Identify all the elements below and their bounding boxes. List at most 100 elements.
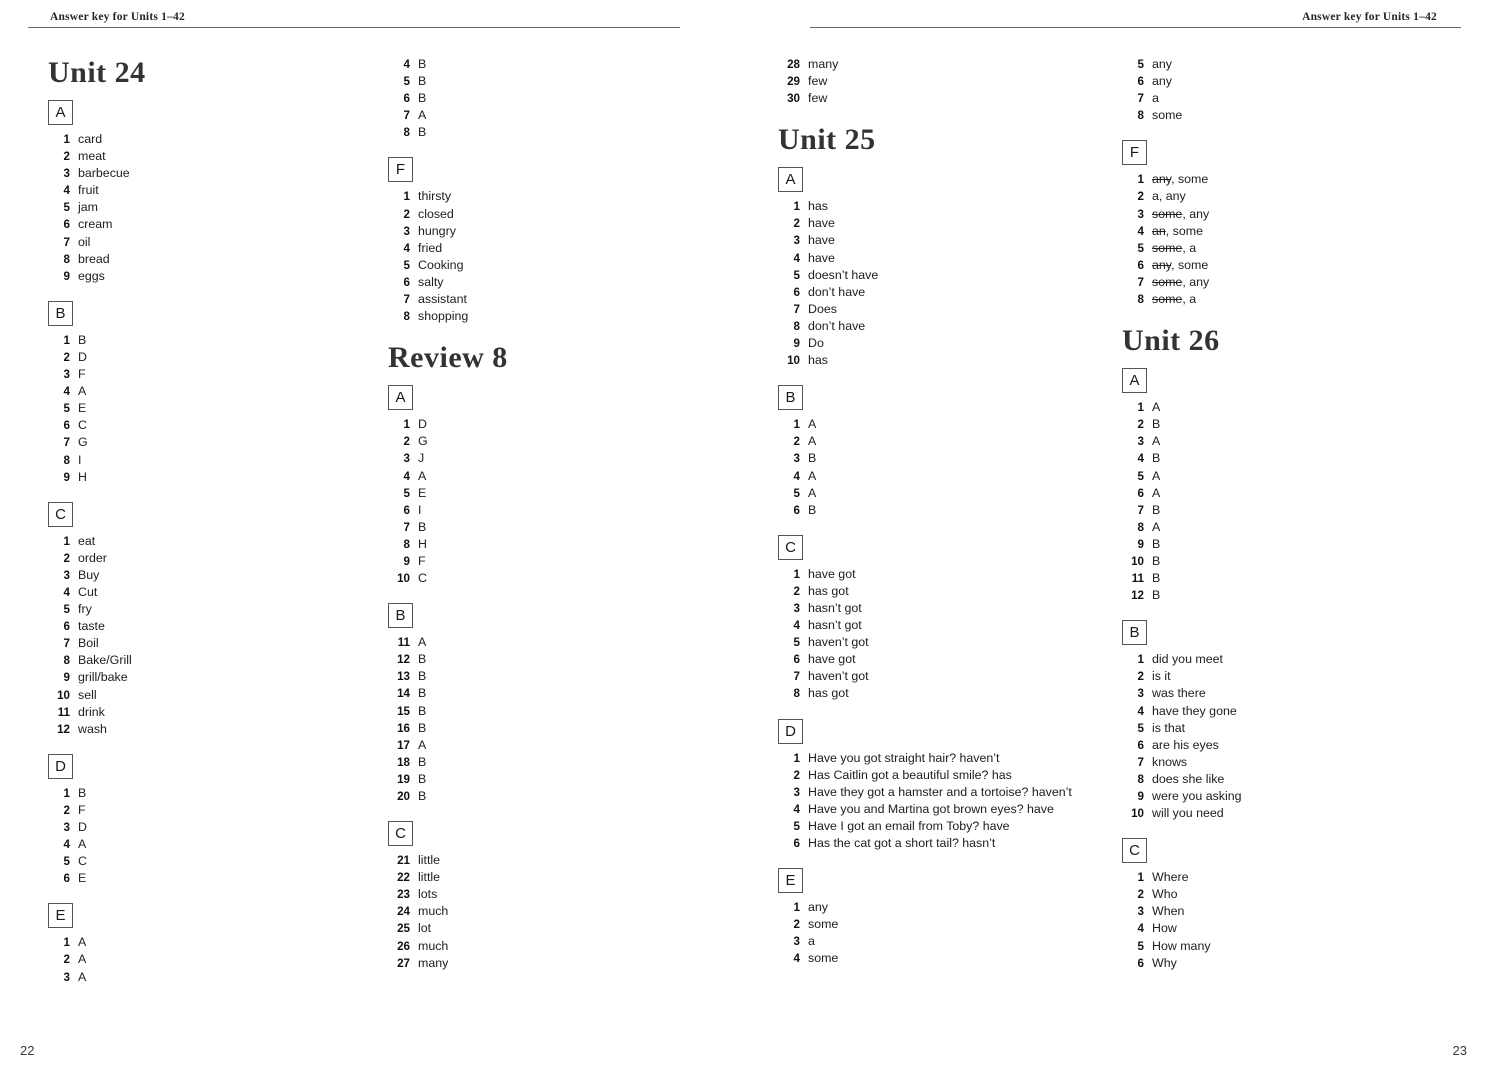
answer-number: 1 (403, 190, 410, 204)
answer-number: 2 (793, 918, 800, 932)
answer-text: doesn’t have (808, 267, 879, 282)
answer-row: 13 B (388, 668, 718, 685)
answer-text: A (1152, 468, 1161, 483)
answer-row: 20 B (388, 788, 718, 805)
answer-text: E (78, 871, 87, 886)
answer-text: B (1152, 502, 1161, 517)
exercise-letter-box: F (1122, 140, 1147, 166)
answer-text: Cut (78, 584, 98, 599)
answer-row: 5A (1122, 468, 1452, 485)
answer-text: was there (1152, 686, 1206, 701)
answer-text: have got (808, 566, 856, 581)
answer-text-remainder: , a (1182, 292, 1197, 307)
answer-number: 4 (1137, 224, 1144, 238)
answer-number: 9 (63, 671, 70, 685)
answer-text: hungry (418, 223, 456, 238)
answer-text: have they gone (1152, 703, 1237, 718)
answer-row: 12 B (1122, 587, 1452, 604)
answer-row: 2 Who (1122, 886, 1452, 903)
answer-text: little (418, 853, 441, 868)
answer-text: sell (78, 687, 97, 702)
answer-text: thirsty (418, 189, 452, 204)
answer-number: 2 (793, 584, 800, 598)
answer-row: 1 eat (48, 533, 378, 550)
answer-text: is that (1152, 720, 1186, 735)
answer-text: B (1152, 536, 1161, 551)
answer-row: 2 has got (778, 583, 1108, 600)
answer-number: 1 (1137, 401, 1144, 415)
answer-row: 23 lots (388, 886, 718, 903)
answer-number: 10 (787, 354, 800, 368)
answer-text: order (78, 550, 107, 565)
answer-row: 2D (48, 349, 378, 366)
answer-number: 4 (793, 802, 800, 816)
answer-row: 5 Have I got an email from Toby? have (778, 818, 1108, 835)
answer-row: 6 don’t have (778, 284, 1108, 301)
answer-row: 5 any (1122, 56, 1452, 73)
exercise-letter-box: E (48, 903, 73, 929)
answer-text: B (418, 703, 427, 718)
column-1: Unit 24 A 1 card 2 meat 3 barbecue 4 fruit 5 jam 6 cr… (48, 56, 378, 1002)
exercise-letter-box: C (48, 501, 73, 527)
answer-text: B (418, 789, 427, 803)
answer-row: 2 is it (1122, 668, 1452, 685)
answer-row: 6I (388, 502, 718, 519)
exercise-section-C: C 21 little 22 little 23 lots 24 much 25 lot 26 much… (388, 821, 718, 972)
answer-text: D (78, 820, 87, 834)
answer-row: 5 Cooking (388, 257, 718, 274)
answer-row: 16 B (388, 720, 718, 737)
answer-text: H (418, 536, 427, 551)
answer-number: 10 (57, 688, 70, 702)
answer-text: J (418, 451, 425, 466)
answer-number: 4 (793, 619, 800, 633)
answer-text: some, a (1152, 240, 1196, 257)
answer-number: 3 (1137, 687, 1144, 701)
answer-text: salty (418, 274, 444, 289)
answer-text: Cooking (418, 257, 464, 272)
answer-text: drink (78, 704, 105, 719)
answer-number: 1 (63, 333, 70, 347)
exercise-continuation: 28 many 29 few 30 few (778, 56, 1108, 107)
answer-row: 6E (48, 870, 378, 887)
answer-row: 24 much (388, 903, 718, 920)
answer-text: taste (78, 619, 105, 634)
answer-number: 3 (1137, 905, 1144, 919)
page-number-right: 23 (1452, 1043, 1467, 1058)
exercise-section-A: A 1 has 2 have 3 have 4 have 5 doesn’t have 6 don’t … (778, 167, 1108, 369)
answer-row: 15 B (388, 703, 718, 720)
answer-row: 6A (1122, 485, 1452, 502)
answer-text: Have you and Martina got brown eyes? hav… (808, 801, 1054, 816)
answer-number: 6 (403, 503, 410, 517)
answer-number: 10 (1131, 554, 1144, 568)
answer-number: 4 (403, 58, 410, 71)
answer-row: 4 Have you and Martina got brown eyes? ha… (778, 801, 1108, 818)
answer-text: B (1152, 417, 1161, 432)
answer-row: 9H (48, 469, 378, 486)
answer-text: B (418, 686, 427, 701)
answer-number: 7 (793, 302, 800, 316)
answer-text: have (808, 250, 835, 265)
page-header: Answer key for Units 1–42 Answer key for… (0, 0, 1489, 28)
answer-row: 1 have got (778, 566, 1108, 583)
answer-text: B (808, 451, 817, 466)
answer-number: 7 (63, 637, 70, 651)
answer-text: When (1152, 904, 1185, 919)
answer-text: F (78, 802, 86, 817)
answer-text: B (418, 754, 427, 769)
answer-text-remainder: , any (1182, 206, 1210, 221)
answer-text: little (418, 870, 441, 885)
answer-row: 8 bread (48, 251, 378, 268)
answer-number: 8 (403, 310, 410, 324)
answer-text-remainder: , some (1165, 223, 1203, 238)
answer-row: 4 an, some (1122, 223, 1452, 240)
column-3: 28 many 29 few 30 few Unit 25 A 1 has 2 have 3 have 4 h… (778, 56, 1108, 983)
answer-number: 2 (793, 768, 800, 782)
answer-text: did you meet (1152, 652, 1223, 667)
answer-number: 6 (63, 872, 70, 886)
answer-text: assistant (418, 292, 467, 307)
answer-row: 6 taste (48, 618, 378, 635)
answer-text: I (418, 502, 422, 517)
answer-row: 9 were you asking (1122, 788, 1452, 805)
answer-row: 10 C (388, 570, 718, 587)
answer-row: 4 hasn’t got (778, 617, 1108, 634)
